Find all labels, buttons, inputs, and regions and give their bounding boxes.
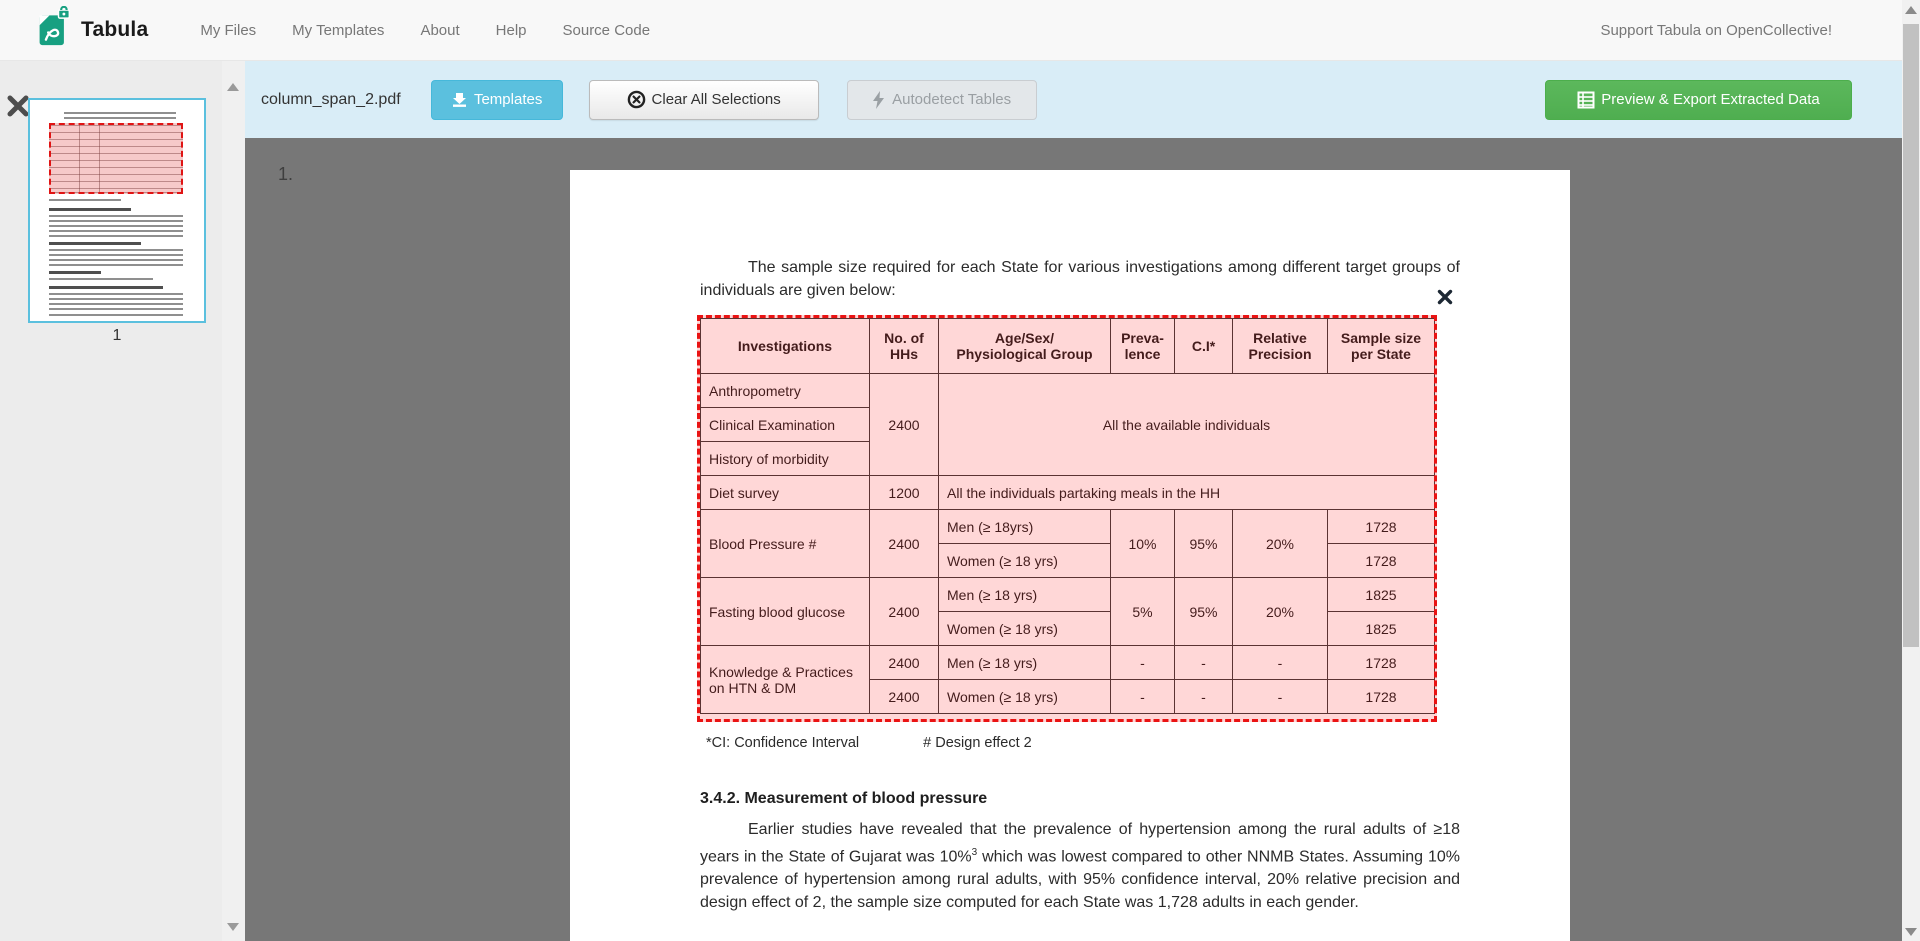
pdf-workspace: 1. The sample size required for each Sta…	[245, 138, 1902, 941]
spreadsheet-icon	[1577, 91, 1595, 109]
nav-item-about[interactable]: About	[402, 22, 477, 39]
clear-button-label: Clear All Selections	[652, 91, 781, 108]
top-navbar: Tabula My Files My Templates About Help …	[0, 0, 1902, 61]
scrollbar-thumb[interactable]	[1903, 24, 1919, 647]
thumbnail-text-lines	[49, 278, 153, 281]
document-toolbar: column_span_2.pdf Templates Clear All Se…	[245, 61, 1902, 138]
selection-close-x-icon[interactable]	[1436, 288, 1454, 306]
lightning-icon	[872, 91, 886, 109]
footnote-design-effect: # Design effect 2	[923, 735, 1032, 751]
thumbnail-heading-line	[49, 242, 141, 245]
sidebar-scrollbar[interactable]	[222, 61, 245, 941]
export-button-label: Preview & Export Extracted Data	[1601, 91, 1819, 108]
document-filename: column_span_2.pdf	[261, 91, 401, 109]
page-thumbnail-preview	[30, 100, 204, 321]
thumbnail-text-lines	[64, 112, 176, 120]
body-paragraph: Earlier studies have revealed that the p…	[700, 818, 1460, 914]
thumbnail-footer-line	[49, 314, 183, 317]
nav-item-my-files[interactable]: My Files	[182, 22, 274, 39]
thumbnail-heading-line	[49, 208, 131, 211]
support-link[interactable]: Support Tabula on OpenCollective!	[1600, 22, 1832, 39]
pdf-page-canvas[interactable]: The sample size required for each State …	[570, 170, 1570, 941]
scroll-up-arrow-icon[interactable]	[227, 83, 239, 91]
table-selection-box[interactable]	[697, 315, 1437, 722]
thumbnail-sidebar: 1	[0, 61, 222, 941]
brand-link[interactable]: Tabula	[36, 6, 148, 55]
tabula-app: Tabula My Files My Templates About Help …	[0, 0, 1920, 941]
nav-item-my-templates[interactable]: My Templates	[274, 22, 402, 39]
scroll-up-arrow-icon[interactable]	[1905, 6, 1917, 14]
page-thumbnail[interactable]	[28, 98, 206, 323]
templates-button-label: Templates	[474, 91, 542, 108]
table-footnote: *CI: Confidence Interval # Design effect…	[706, 735, 1032, 751]
thumbnail-text-lines	[49, 199, 121, 202]
window-scrollbar[interactable]	[1902, 0, 1920, 941]
thumbnail-selection-box	[49, 123, 183, 194]
scroll-down-arrow-icon[interactable]	[1905, 928, 1917, 936]
thumbnail-text-lines	[49, 215, 183, 237]
scroll-down-arrow-icon[interactable]	[227, 923, 239, 931]
thumbnail-heading-line	[49, 286, 163, 289]
clear-all-selections-button[interactable]: Clear All Selections	[589, 80, 819, 120]
thumbnail-page-number: 1	[0, 327, 234, 345]
footnote-ci: *CI: Confidence Interval	[706, 735, 859, 751]
tabula-logo-icon	[36, 6, 72, 55]
autodetect-button-label: Autodetect Tables	[892, 91, 1011, 108]
thumbnail-text-lines	[49, 249, 183, 266]
circle-x-icon	[627, 90, 646, 109]
nav-item-source-code[interactable]: Source Code	[545, 22, 669, 39]
thumbnail-text-lines	[49, 293, 183, 310]
brand-title: Tabula	[81, 18, 148, 42]
thumbnail-heading-line	[49, 271, 101, 274]
page-index-label: 1.	[278, 164, 293, 185]
remove-file-x-icon[interactable]	[6, 94, 30, 118]
preview-export-button[interactable]: Preview & Export Extracted Data	[1545, 80, 1852, 120]
autodetect-tables-button[interactable]: Autodetect Tables	[847, 80, 1037, 120]
pdf-intro-text: The sample size required for each State …	[700, 256, 1460, 302]
templates-button[interactable]: Templates	[431, 80, 563, 120]
section-heading: 3.4.2. Measurement of blood pressure	[700, 790, 987, 808]
nav-item-help[interactable]: Help	[478, 22, 545, 39]
nav-links: My Files My Templates About Help Source …	[182, 22, 668, 39]
save-template-icon	[451, 91, 468, 108]
